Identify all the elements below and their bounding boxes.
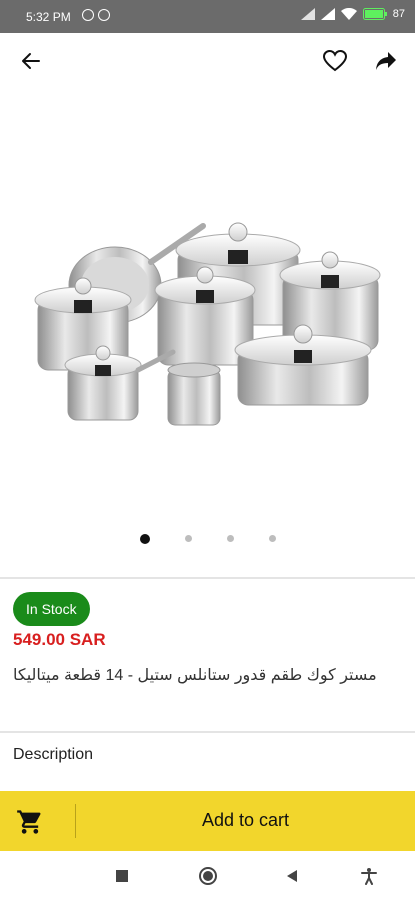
cart-icon [17,810,41,834]
add-to-cart-bar[interactable]: Add to cart [0,791,415,851]
share-button[interactable] [371,46,401,76]
back-button[interactable] [16,46,46,76]
home-circle-icon [199,867,217,885]
pager-dot[interactable] [268,535,276,542]
signal-icon [300,8,315,20]
accessibility-button[interactable] [358,865,380,887]
section-divider [0,577,415,579]
app-bar [0,33,415,89]
system-nav-bar [0,851,415,900]
notification-icon [82,9,94,21]
square-icon [116,870,128,882]
status-time: 5:32 PM [26,10,71,24]
description-section[interactable]: Description [0,731,415,777]
image-pager-dots [0,534,415,544]
triangle-back-icon [287,870,297,882]
accessibility-icon [361,868,377,885]
product-image-gallery[interactable] [0,100,415,520]
battery-icon [362,8,387,20]
heart-icon [323,50,347,72]
product-price: 549.00 SAR [13,630,106,649]
pager-dot-active[interactable] [139,534,150,544]
battery-percent: 87 [392,8,405,20]
pager-dot[interactable] [184,535,192,542]
status-system-icons: 87 [300,8,405,20]
stock-status-badge: In Stock [13,592,90,626]
arrow-left-icon [22,53,40,69]
home-button[interactable] [197,865,219,887]
pager-dot[interactable] [226,535,234,542]
notification-icon [98,9,110,21]
add-to-cart-button[interactable]: Add to cart [76,810,415,831]
status-notification-icons [82,9,110,21]
product-image [34,222,380,426]
signal-icon [320,8,335,20]
back-nav-button[interactable] [281,865,303,887]
share-arrow-icon [376,52,396,70]
description-label: Description [13,746,94,763]
status-bar: 5:32 PM 87 [0,0,415,33]
product-title: مستر كوك طقم قدور ستانلس ستيل - 14 قطعة … [13,667,377,684]
recents-button[interactable] [111,865,133,887]
favorite-button[interactable] [320,46,350,76]
wifi-icon [340,8,357,20]
